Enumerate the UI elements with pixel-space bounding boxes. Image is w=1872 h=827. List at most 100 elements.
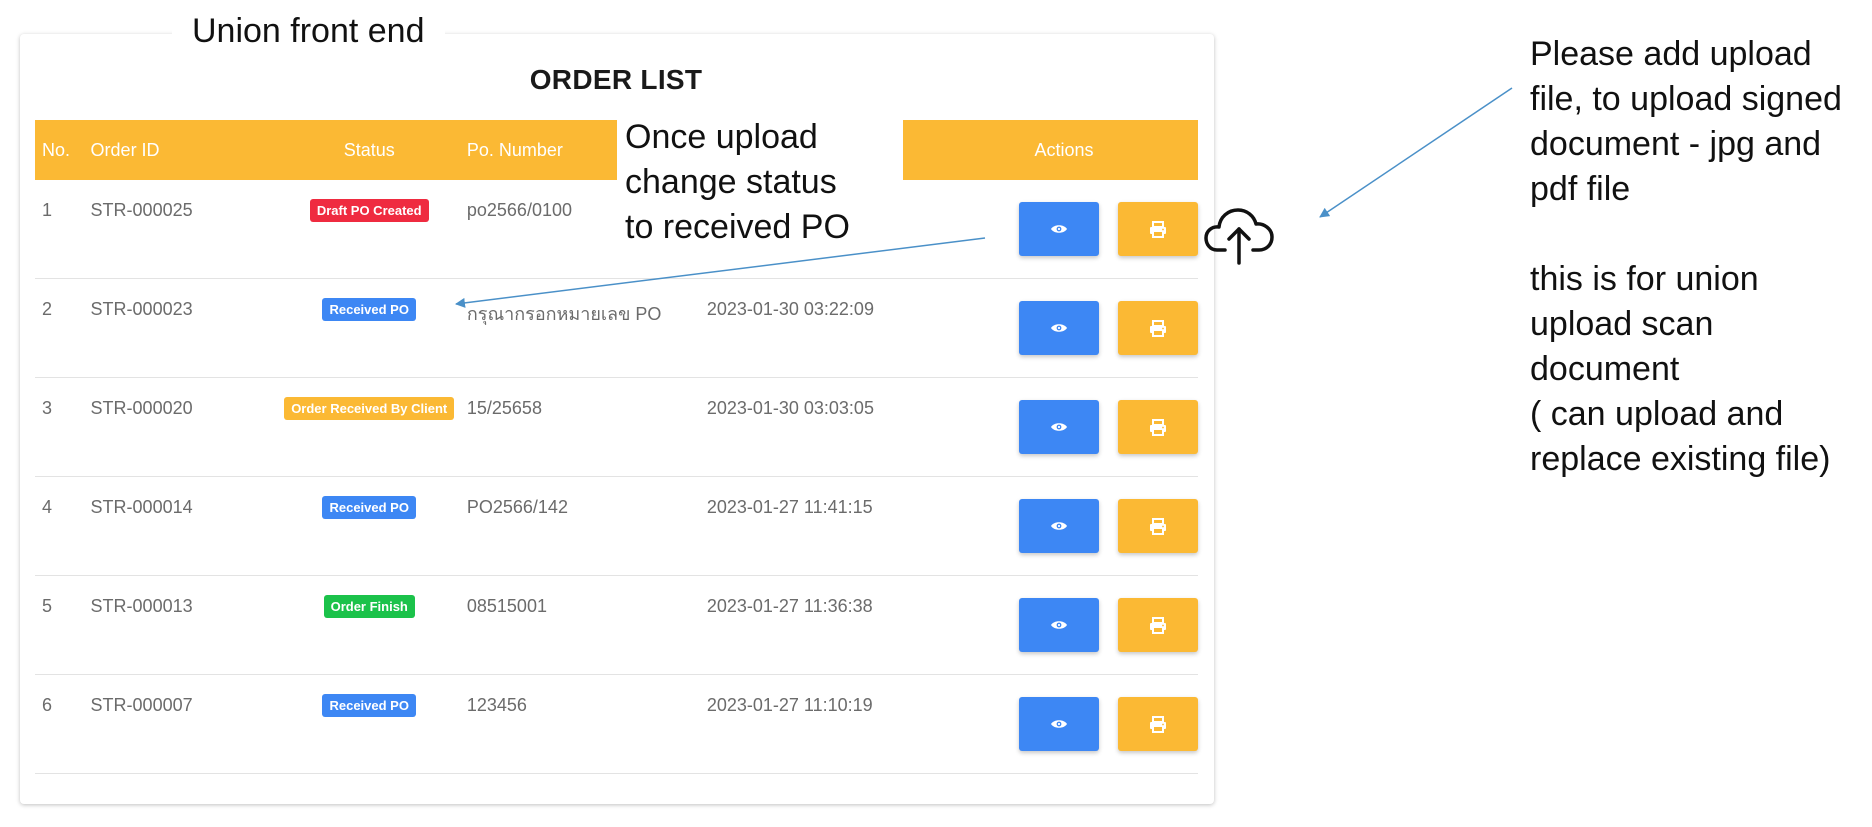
- status-badge: Order Received By Client: [284, 397, 455, 420]
- date-cell: 2023-01-30 03:22:09: [706, 278, 930, 378]
- order-id: STR-000014: [90, 497, 193, 517]
- po-number: PO2566/142: [466, 497, 568, 517]
- order-id-cell: STR-000007: [90, 674, 272, 774]
- order-no-cell: 3: [35, 377, 91, 477]
- actions-cell: [930, 476, 1198, 576]
- order-date: 2023-01-27 11:10:19: [706, 695, 873, 715]
- date-cell: 2023-01-27 11:36:38: [706, 575, 930, 675]
- print-order-button[interactable]: [1118, 400, 1198, 454]
- mockup-canvas: Union front end ORDER LIST No. Order ID …: [0, 0, 1872, 827]
- view-order-button[interactable]: [1019, 301, 1099, 355]
- upload-note-line: document - jpg and: [1530, 125, 1822, 163]
- column-header-no: No.: [42, 139, 71, 160]
- status-cell: Received PO: [271, 674, 467, 774]
- status-badge: Received PO: [322, 496, 416, 519]
- order-no: 4: [42, 497, 53, 517]
- upload-note-line: Please add upload: [1530, 35, 1812, 73]
- po-number: 123456: [466, 695, 527, 715]
- upload-note-line: upload scan: [1530, 305, 1714, 343]
- order-no: 3: [42, 398, 53, 418]
- eye-icon: [1050, 520, 1068, 532]
- order-id-cell: STR-000020: [90, 377, 272, 477]
- actions-cell: [930, 674, 1198, 774]
- order-date: 2023-01-27 11:41:15: [706, 497, 873, 517]
- order-date: 2023-01-30 03:03:05: [706, 398, 874, 418]
- printer-icon: [1149, 517, 1167, 535]
- status-note-line: change status: [625, 163, 837, 201]
- status-cell: Received PO: [271, 476, 467, 576]
- upload-requirement-note: Please add upload file, to upload signed…: [1530, 32, 1842, 482]
- upload-note-line: document: [1530, 350, 1680, 388]
- print-order-button[interactable]: [1118, 598, 1198, 652]
- print-order-button[interactable]: [1118, 202, 1198, 256]
- printer-icon: [1149, 418, 1167, 436]
- order-no-cell: 6: [35, 674, 91, 774]
- order-id-cell: STR-000025: [90, 180, 272, 279]
- order-no-cell: 1: [35, 180, 91, 279]
- cloud-upload-icon[interactable]: [1203, 200, 1275, 271]
- order-date: 2023-01-30 03:22:09: [706, 299, 874, 319]
- eye-icon: [1050, 718, 1068, 730]
- print-order-button[interactable]: [1118, 697, 1198, 751]
- printer-icon: [1149, 220, 1167, 238]
- date-cell: 2023-01-30 03:03:05: [706, 377, 930, 477]
- eye-icon: [1050, 322, 1068, 334]
- order-date: 2023-01-27 11:36:38: [706, 596, 873, 616]
- panel-label: Union front end: [172, 12, 445, 51]
- column-header-actions: Actions: [1034, 139, 1094, 160]
- view-order-button[interactable]: [1019, 598, 1099, 652]
- printer-icon: [1149, 319, 1167, 337]
- po-number-cell: 123456: [466, 674, 707, 774]
- print-order-button[interactable]: [1118, 301, 1198, 355]
- po-number-cell: 15/25658: [466, 377, 707, 477]
- actions-cell: [930, 377, 1198, 477]
- order-no: 5: [42, 596, 53, 616]
- actions-cell: [930, 278, 1198, 378]
- status-cell: Received PO: [271, 278, 467, 378]
- table-row: 6 STR-000007 Received PO 123456 2023-01-27 1…: [35, 674, 1198, 774]
- order-no: 6: [42, 695, 53, 715]
- table-row: 2 STR-000023 Received PO กรุณากรอกหมายเลข P…: [35, 278, 1198, 378]
- date-cell: 2023-01-27 11:41:15: [706, 476, 930, 576]
- date-cell: 2023-01-27 11:10:19: [706, 674, 930, 774]
- print-order-button[interactable]: [1118, 499, 1198, 553]
- order-no-cell: 5: [35, 575, 91, 675]
- upload-note-line: ( can upload and: [1530, 395, 1784, 433]
- status-cell: Order Finish: [271, 575, 467, 675]
- upload-note-line: [1530, 212, 1842, 257]
- status-badge: Received PO: [322, 694, 416, 717]
- status-note-line: Once upload: [625, 118, 818, 156]
- order-id-cell: STR-000014: [90, 476, 272, 576]
- view-order-button[interactable]: [1019, 202, 1099, 256]
- order-id-cell: STR-000013: [90, 575, 272, 675]
- status-badge: Order Finish: [323, 595, 415, 618]
- order-id: STR-000007: [90, 695, 193, 715]
- order-no: 2: [42, 299, 53, 319]
- po-number-cell: PO2566/142: [466, 476, 707, 576]
- view-order-button[interactable]: [1019, 400, 1099, 454]
- order-no-cell: 2: [35, 278, 91, 378]
- upload-note-line: replace existing file): [1530, 440, 1831, 478]
- order-id: STR-000023: [90, 299, 193, 319]
- printer-icon: [1149, 715, 1167, 733]
- eye-icon: [1050, 421, 1068, 433]
- status-cell: Draft PO Created: [271, 180, 467, 279]
- printer-icon: [1149, 616, 1167, 634]
- status-change-note: Once upload change status to received PO: [617, 115, 903, 255]
- po-number-cell: 08515001: [466, 575, 707, 675]
- table-row: 4 STR-000014 Received PO PO2566/142 2023-01-…: [35, 476, 1198, 576]
- arrow-to-upload-icon: [1319, 87, 1513, 218]
- column-header-order-id: Order ID: [90, 139, 160, 160]
- status-cell: Order Received By Client: [271, 377, 467, 477]
- actions-cell: [930, 180, 1198, 279]
- po-number: 15/25658: [466, 398, 542, 418]
- status-badge: Draft PO Created: [309, 199, 429, 222]
- order-id: STR-000020: [90, 398, 193, 418]
- view-order-button[interactable]: [1019, 697, 1099, 751]
- order-id: STR-000013: [90, 596, 193, 616]
- status-badge: Received PO: [322, 298, 416, 321]
- view-order-button[interactable]: [1019, 499, 1099, 553]
- eye-icon: [1050, 223, 1068, 235]
- upload-note-line: pdf file: [1530, 170, 1631, 208]
- po-number-cell: กรุณากรอกหมายเลข PO: [466, 278, 707, 378]
